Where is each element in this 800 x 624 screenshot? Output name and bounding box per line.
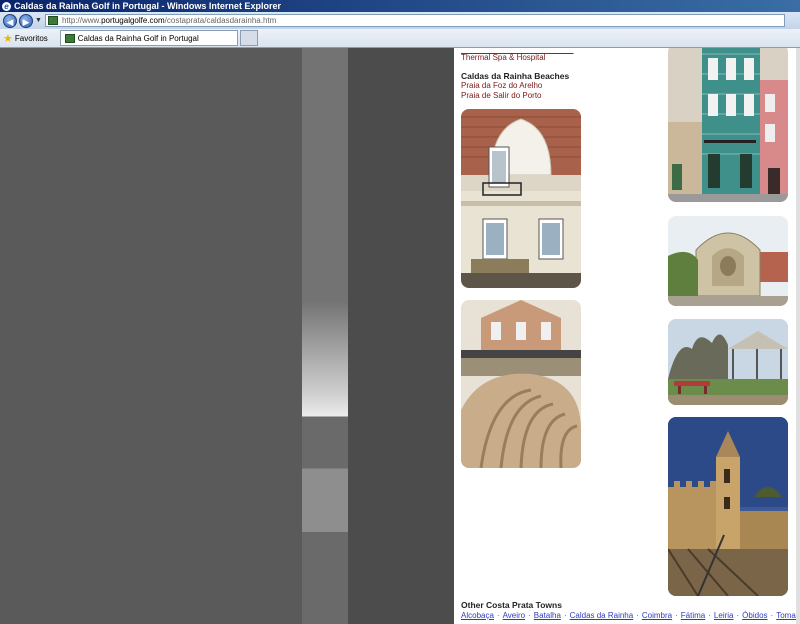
tab-active[interactable]: Caldas da Rainha Golf in Portugal — [59, 30, 238, 46]
tab-title: Caldas da Rainha Golf in Portugal — [77, 33, 199, 43]
town-link[interactable]: Leiria — [714, 611, 734, 620]
favorites-button[interactable]: ★ Favoritos — [3, 32, 48, 45]
photo-shell-sculpture — [461, 300, 581, 468]
window-titlebar: e Caldas da Rainha Golf in Portugal - Wi… — [0, 0, 800, 12]
gradient-stripe — [302, 48, 348, 624]
town-link[interactable]: Caldas da Rainha — [570, 611, 634, 620]
beach-link[interactable]: Praia da Foz do Arelho — [461, 81, 542, 90]
favorites-label: Favoritos — [14, 33, 48, 43]
town-link[interactable]: Fátima — [681, 611, 705, 620]
back-icon[interactable]: ◀ — [3, 13, 17, 28]
dropdown-icon[interactable]: ▼ — [35, 17, 42, 24]
vertical-scrollbar[interactable] — [796, 48, 800, 624]
town-link[interactable]: Batalha — [534, 611, 561, 620]
town-link[interactable]: Coimbra — [642, 611, 672, 620]
town-link[interactable]: Alcobaça — [461, 611, 494, 620]
beaches-heading: Caldas da Rainha Beaches — [461, 71, 570, 81]
blank-pane-left — [0, 48, 302, 624]
photo-tiled-facade — [668, 48, 788, 202]
tab-toolbar: ★ Favoritos Caldas da Rainha Golf in Por… — [0, 29, 800, 48]
site-favicon-icon — [64, 33, 75, 43]
forward-icon[interactable]: ▶ — [19, 13, 33, 28]
page-content: Thermal Spa & Hospital Caldas da Rainha … — [454, 48, 800, 624]
towns-list: Alcobaça · Aveiro · Batalha · Caldas da Rainha… — [461, 611, 799, 620]
window-title: Caldas da Rainha Golf in Portugal - Wind… — [14, 1, 281, 11]
address-toolbar: ◀ ▶ ▼ http://www. portugalgolfe.com /cos… — [0, 12, 800, 29]
blank-pane-middle — [348, 48, 454, 624]
favorites-star-icon: ★ — [3, 32, 13, 45]
url-host: portugalgolfe.com — [101, 16, 165, 25]
town-link[interactable]: Aveiro — [503, 611, 526, 620]
beach-link[interactable]: Praia de Salir do Porto — [461, 91, 542, 100]
ie-logo-icon: e — [2, 1, 11, 11]
other-towns-heading: Other Costa Prata Towns — [461, 600, 562, 610]
site-favicon-icon — [47, 16, 58, 25]
url-prefix: http://www. — [61, 16, 102, 25]
photo-castle-tower — [668, 417, 788, 596]
new-tab-button[interactable] — [239, 30, 258, 46]
photo-fountain — [668, 216, 788, 306]
address-bar[interactable]: http://www. portugalgolfe.com /costaprat… — [44, 14, 785, 27]
url-path: /costaprata/caldasdarainha.htm — [164, 16, 277, 25]
town-link[interactable]: Óbidos — [742, 611, 767, 620]
photo-park-gazebo — [668, 319, 788, 405]
photo-townhouse — [461, 109, 581, 288]
spa-link[interactable]: Thermal Spa & Hospital — [461, 53, 545, 62]
